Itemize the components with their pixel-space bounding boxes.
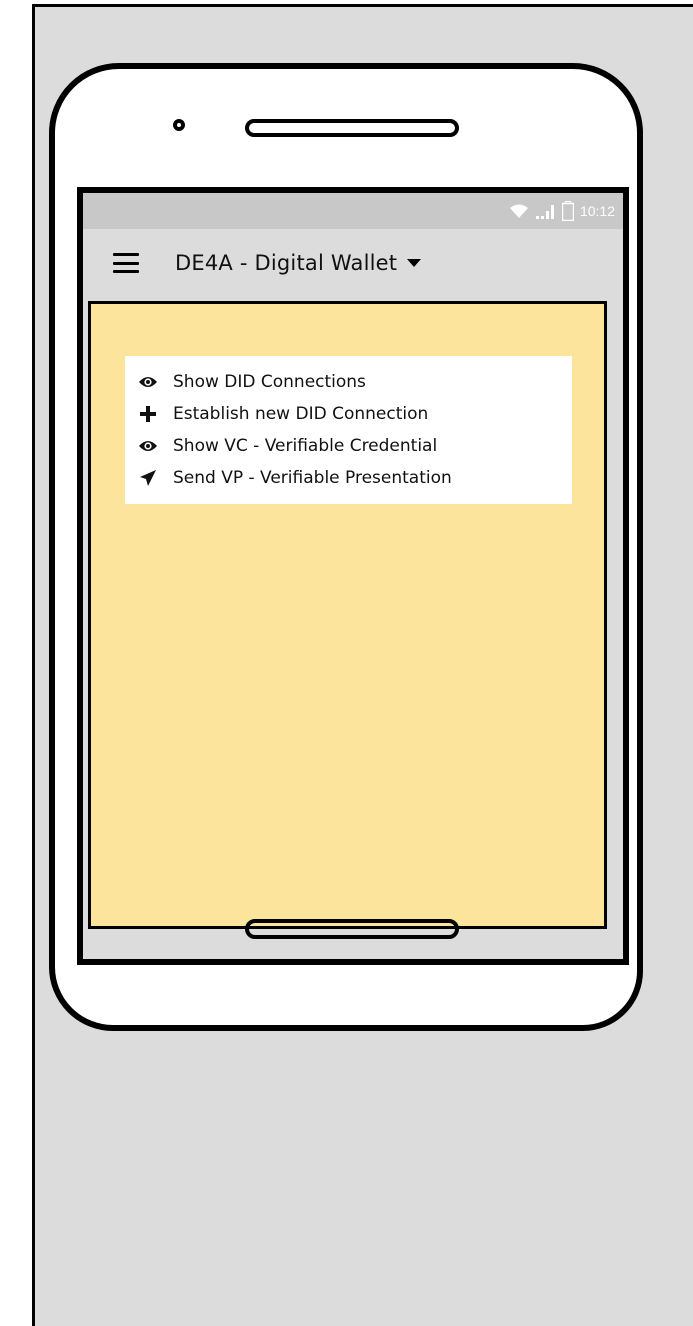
- establish-did-connection-item[interactable]: Establish new DID Connection: [137, 398, 572, 430]
- send-vp-item[interactable]: Send VP - Verifiable Presentation: [137, 462, 572, 494]
- action-label: Show VC - Verifiable Credential: [173, 436, 438, 456]
- status-time: 10:12: [579, 203, 615, 219]
- status-bar: 10:12: [83, 193, 623, 229]
- show-did-connections-item[interactable]: Show DID Connections: [137, 366, 572, 398]
- app-title: DE4A - Digital Wallet: [175, 251, 398, 275]
- action-menu: Show DID Connections Establish new DID C…: [125, 356, 572, 504]
- home-button[interactable]: [245, 919, 459, 939]
- action-label: Establish new DID Connection: [173, 404, 429, 424]
- eye-icon: [137, 371, 159, 393]
- signal-icon: [535, 203, 556, 219]
- phone-frame: 10:12 DE4A - Digital Wallet Show DID Con…: [49, 63, 643, 1031]
- dropdown-caret-icon[interactable]: [407, 259, 422, 267]
- send-icon: [137, 467, 159, 489]
- camera-icon: [173, 119, 185, 131]
- action-label: Send VP - Verifiable Presentation: [173, 468, 452, 488]
- speaker-grille: [245, 119, 459, 137]
- battery-icon: [561, 201, 574, 221]
- eye-icon: [137, 435, 159, 457]
- action-label: Show DID Connections: [173, 372, 366, 392]
- show-vc-item[interactable]: Show VC - Verifiable Credential: [137, 430, 572, 462]
- hamburger-menu-icon[interactable]: [113, 253, 139, 273]
- status-indicators: 10:12: [508, 201, 615, 221]
- phone-screen: 10:12 DE4A - Digital Wallet Show DID Con…: [77, 187, 629, 965]
- plus-icon: [137, 403, 159, 425]
- app-bar: DE4A - Digital Wallet: [83, 229, 623, 297]
- mockup-canvas: 10:12 DE4A - Digital Wallet Show DID Con…: [32, 4, 693, 1326]
- content-area: Show DID Connections Establish new DID C…: [88, 301, 607, 929]
- wifi-icon: [508, 203, 530, 219]
